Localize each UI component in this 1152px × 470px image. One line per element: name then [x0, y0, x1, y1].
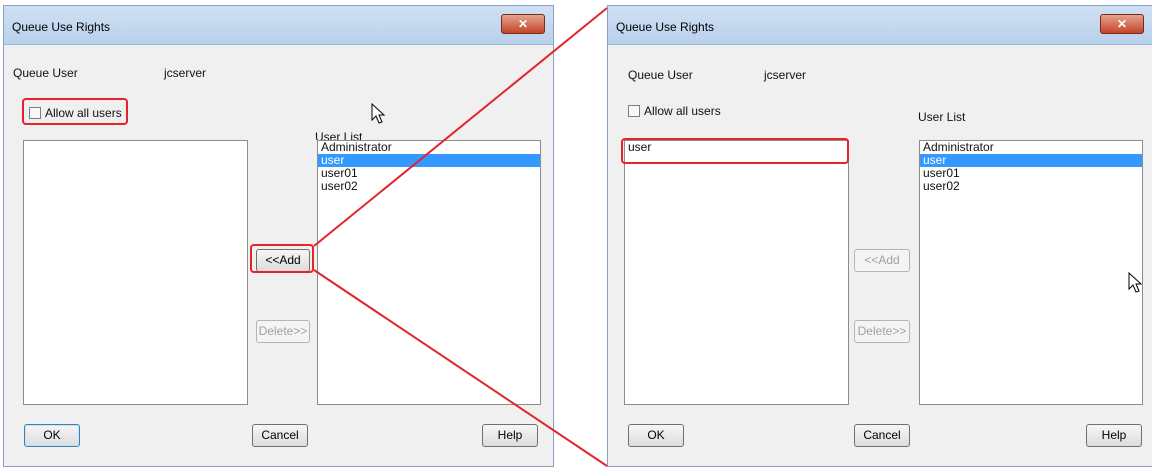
close-icon: ✕ [1116, 17, 1128, 31]
user-list-item[interactable]: user02 [318, 180, 540, 193]
cancel-button[interactable]: Cancel [854, 424, 910, 447]
title-bar: Queue Use Rights ✕ [4, 6, 553, 45]
allow-all-users-label: Allow all users [644, 104, 721, 118]
user-list-item[interactable]: Administrator [920, 141, 1142, 154]
user-list-listbox[interactable]: Administrator user user01 user02 [317, 140, 541, 405]
selected-users-listbox[interactable] [23, 140, 248, 405]
user-list-item[interactable]: user02 [920, 180, 1142, 193]
allow-all-users-checkbox[interactable]: Allow all users [628, 104, 721, 118]
close-button[interactable]: ✕ [501, 14, 545, 34]
user-list-listbox[interactable]: Administrator user user01 user02 [919, 140, 1143, 405]
user-list-label: User List [918, 110, 966, 124]
delete-button[interactable]: Delete>> [854, 320, 910, 343]
help-button[interactable]: Help [482, 424, 538, 447]
title-bar: Queue Use Rights ✕ [608, 6, 1152, 45]
delete-button[interactable]: Delete>> [256, 320, 310, 343]
queue-use-rights-dialog-right: Queue Use Rights ✕ Queue User jcserver A… [607, 5, 1152, 467]
dialog-title: Queue Use Rights [616, 20, 715, 34]
allow-all-users-highlight [22, 98, 128, 125]
user-list-item[interactable]: Administrator [318, 141, 540, 154]
mouse-cursor-icon [371, 103, 386, 124]
queue-user-value: jcserver [764, 68, 807, 82]
ok-button[interactable]: OK [24, 424, 80, 447]
queue-use-rights-dialog-left: Queue Use Rights ✕ Queue User jcserver A… [3, 5, 554, 467]
add-button-highlight [250, 244, 314, 273]
queue-user-label: Queue User [13, 66, 78, 80]
mouse-cursor-icon [1128, 272, 1143, 293]
add-button[interactable]: <<Add [854, 249, 910, 272]
close-icon: ✕ [517, 17, 529, 31]
cancel-button[interactable]: Cancel [252, 424, 308, 447]
ok-button[interactable]: OK [628, 424, 684, 447]
checkbox-box[interactable] [628, 105, 640, 117]
selected-users-listbox[interactable]: user [624, 140, 849, 405]
dialog-title: Queue Use Rights [12, 20, 111, 34]
help-button[interactable]: Help [1086, 424, 1142, 447]
queue-user-value: jcserver [164, 66, 207, 80]
queue-user-label: Queue User [628, 68, 693, 82]
close-button[interactable]: ✕ [1100, 14, 1144, 34]
added-user-highlight [621, 138, 849, 164]
